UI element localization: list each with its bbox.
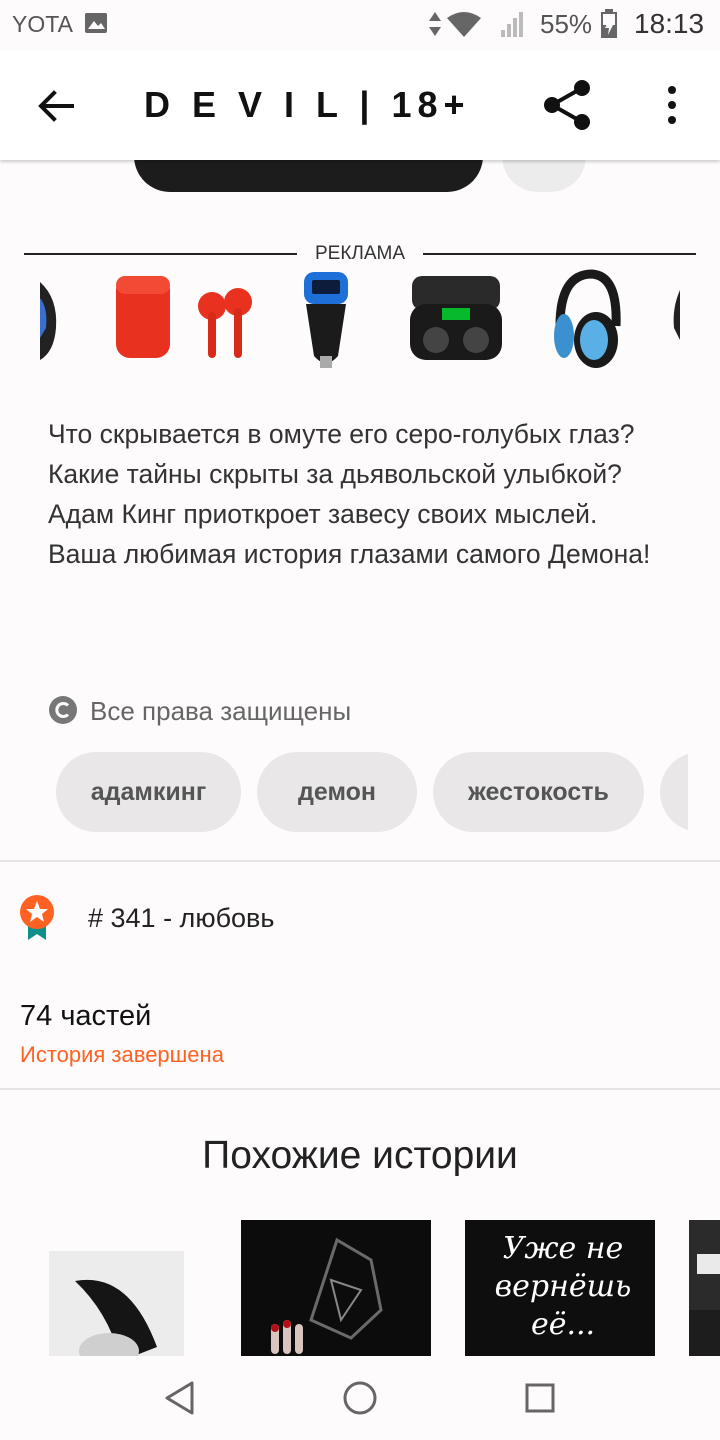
clock: 18:13 <box>634 8 705 39</box>
story-cover[interactable] <box>241 1220 431 1356</box>
wifi-icon <box>447 12 481 37</box>
ad-item-red-earbuds[interactable] <box>112 268 258 372</box>
ad-carousel[interactable] <box>40 268 680 372</box>
cover-title: Уже не вернёшь её... <box>494 1231 632 1342</box>
ad-item-phone[interactable] <box>40 268 60 372</box>
ranking-label[interactable]: # 341 - любовь <box>88 903 274 934</box>
ad-divider-right <box>423 253 696 255</box>
story-description: Что скрывается в омуте его серо-голубых … <box>48 414 688 574</box>
ad-item-car-charger[interactable] <box>298 268 354 372</box>
back-arrow-icon[interactable] <box>36 86 76 126</box>
similar-stories-title: Похожие истории <box>202 1134 518 1177</box>
copyright-text: Все права защищены <box>90 696 352 726</box>
cover-art <box>49 1251 184 1356</box>
cover-art <box>689 1220 720 1356</box>
share-icon[interactable] <box>540 78 594 132</box>
description-line: Ваша любимая история глазами самого Демо… <box>48 539 651 569</box>
tag-chip[interactable]: адамкинг <box>56 752 241 832</box>
story-cover[interactable] <box>49 1251 184 1356</box>
section-divider <box>0 1088 720 1090</box>
image-notification-icon <box>85 13 107 33</box>
copyright-icon <box>49 696 77 724</box>
description-line: Что скрывается в омуте его серо-голубых … <box>48 419 635 449</box>
tag-chip[interactable]: жестокость <box>433 752 644 832</box>
battery-percent: 55% <box>540 9 593 39</box>
story-cover[interactable] <box>689 1220 720 1356</box>
story-title: D E V I L | 18+ <box>144 84 471 125</box>
rank-badge-icon <box>20 895 54 940</box>
ad-item-headphones[interactable] <box>672 268 680 372</box>
ad-item-blue-headphones[interactable] <box>552 268 622 372</box>
nav-back-icon[interactable] <box>164 1380 196 1416</box>
tag-chip[interactable] <box>660 752 688 832</box>
signal-icon <box>501 12 523 37</box>
data-transfer-icon <box>429 12 441 36</box>
nav-recents-icon[interactable] <box>524 1382 556 1414</box>
more-options-icon[interactable] <box>660 84 684 126</box>
ad-label: РЕКЛАМА <box>314 243 406 264</box>
ad-item-earbuds-case[interactable] <box>408 268 504 372</box>
description-line: Какие тайны скрыты за дьявольской улыбко… <box>48 459 622 489</box>
nav-home-icon[interactable] <box>342 1380 378 1416</box>
tag-list: адамкинг демон жестокость <box>56 752 688 832</box>
story-status: История завершена <box>20 1042 224 1067</box>
section-divider <box>0 860 720 862</box>
carrier-label: YOTA <box>12 11 73 37</box>
story-cover[interactable]: Уже не вернёшь её... <box>465 1220 655 1356</box>
tag-chip[interactable]: демон <box>257 752 417 832</box>
description-line: Адам Кинг приоткроет завесу своих мыслей… <box>48 499 598 529</box>
cover-art <box>241 1220 431 1356</box>
battery-icon <box>601 9 617 38</box>
ad-divider-left <box>24 253 297 255</box>
parts-count[interactable]: 74 частей <box>20 1000 151 1033</box>
similar-stories-carousel[interactable]: Уже не вернёшь её... <box>0 1210 720 1356</box>
